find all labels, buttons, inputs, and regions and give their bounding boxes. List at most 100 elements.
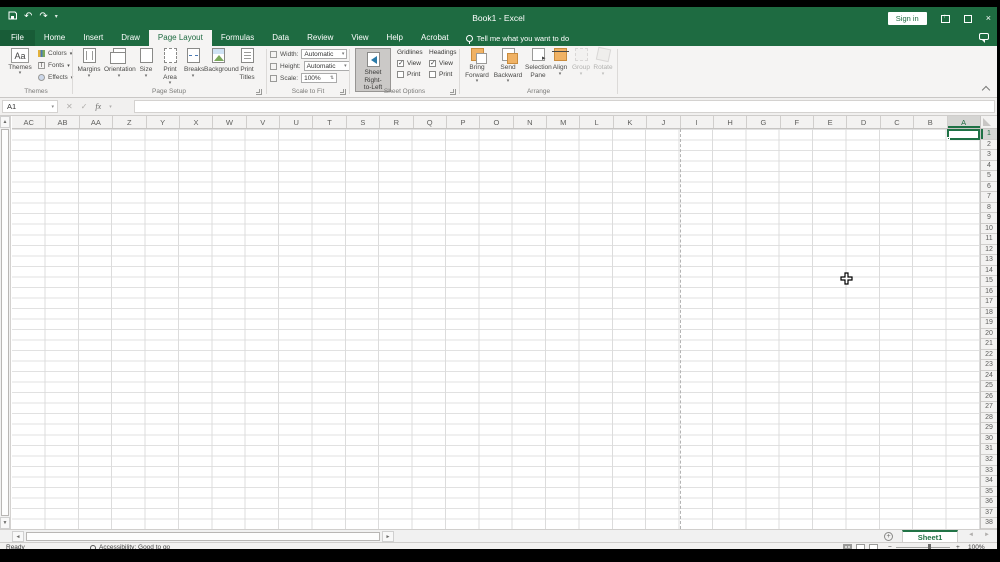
row-header-13[interactable]: 13 [981, 255, 997, 266]
new-sheet-icon[interactable]: + [884, 532, 893, 541]
theme-colors-button[interactable]: Colors▾ [38, 50, 72, 57]
comments-icon[interactable] [979, 33, 989, 43]
row-header-2[interactable]: 2 [981, 140, 997, 151]
tell-me-box[interactable]: Tell me what you want to do [465, 30, 569, 46]
column-header-T[interactable]: T [312, 116, 345, 128]
page-setup-titles-button[interactable]: Print Titles [234, 48, 260, 81]
sheet-options-dialog-launcher-icon[interactable] [450, 89, 456, 95]
themes-button[interactable]: Aa Themes ▾ [6, 48, 34, 77]
row-header-31[interactable]: 31 [981, 444, 997, 455]
arrange-align-button[interactable]: Align ▾ [551, 48, 569, 78]
gridlines-print-checkbox[interactable] [397, 71, 404, 78]
row-header-27[interactable]: 27 [981, 402, 997, 413]
theme-fonts-button[interactable]: T Fonts ▾ [38, 62, 70, 69]
column-header-A[interactable]: A [946, 116, 980, 128]
row-header-9[interactable]: 9 [981, 213, 997, 224]
row-header-26[interactable]: 26 [981, 392, 997, 403]
page-setup-margins-button[interactable]: Margins ▾ [76, 48, 102, 80]
scale-to-fit-dialog-launcher-icon[interactable] [340, 89, 346, 95]
sheet-nav-right-icon[interactable]: ► [984, 532, 990, 538]
tab-page-layout[interactable]: Page Layout [148, 30, 212, 46]
select-all-button[interactable] [980, 116, 997, 129]
row-header-34[interactable]: 34 [981, 476, 997, 487]
formula-bar-caret-icon[interactable]: ▾ [109, 104, 112, 110]
column-header-E[interactable]: E [813, 116, 846, 128]
column-header-K[interactable]: K [612, 116, 646, 128]
zoom-level[interactable]: 100% [968, 544, 985, 549]
width-input[interactable]: Automatic ▾ [301, 49, 348, 59]
normal-view-icon[interactable] [843, 544, 852, 549]
column-header-V[interactable]: V [245, 116, 279, 128]
zoom-slider[interactable] [896, 547, 950, 548]
name-box[interactable]: A1 ▾ [2, 100, 58, 113]
row-header-16[interactable]: 16 [981, 287, 997, 298]
column-header-P[interactable]: P [445, 116, 479, 128]
tab-acrobat[interactable]: Acrobat [412, 30, 458, 46]
scroll-right-icon[interactable]: ► [382, 531, 394, 542]
gridlines-view-checkbox[interactable] [397, 59, 404, 67]
page-setup-size-button[interactable]: Size ▾ [136, 48, 156, 80]
tab-home[interactable]: Home [35, 30, 74, 46]
horizontal-scrollbar-thumb[interactable] [26, 532, 380, 541]
row-header-10[interactable]: 10 [981, 224, 997, 235]
row-header-17[interactable]: 17 [981, 297, 997, 308]
column-header-Q[interactable]: Q [412, 116, 446, 128]
vertical-scrollbar[interactable]: ▲ ▼ [0, 116, 11, 529]
row-header-37[interactable]: 37 [981, 508, 997, 519]
row-header-8[interactable]: 8 [981, 203, 997, 214]
column-header-AC[interactable]: AC [12, 116, 45, 128]
column-header-O[interactable]: O [479, 116, 512, 128]
page-setup-breaks-button[interactable]: Breaks ▾ [184, 48, 204, 80]
tab-data[interactable]: Data [263, 30, 298, 46]
column-header-G[interactable]: G [746, 116, 779, 128]
row-header-25[interactable]: 25 [981, 381, 997, 392]
sheet-nav-left-icon[interactable]: ◄ [968, 532, 974, 538]
row-header-22[interactable]: 22 [981, 350, 997, 361]
zoom-out-icon[interactable]: − [888, 544, 892, 549]
row-header-28[interactable]: 28 [981, 413, 997, 424]
column-header-J[interactable]: J [646, 116, 679, 128]
insert-function-icon[interactable]: fx [95, 102, 101, 111]
row-header-4[interactable]: 4 [981, 161, 997, 172]
accessibility-status[interactable]: Accessibility: Good to go [90, 544, 170, 549]
close-window-icon[interactable]: × [986, 14, 991, 23]
row-header-3[interactable]: 3 [981, 150, 997, 161]
row-header-23[interactable]: 23 [981, 360, 997, 371]
row-header-21[interactable]: 21 [981, 339, 997, 350]
tab-formulas[interactable]: Formulas [212, 30, 263, 46]
sign-in-button[interactable]: Sign in [887, 12, 927, 25]
row-header-33[interactable]: 33 [981, 466, 997, 477]
row-header-14[interactable]: 14 [981, 266, 997, 277]
row-header-5[interactable]: 5 [981, 171, 997, 182]
column-header-AA[interactable]: AA [78, 116, 112, 128]
scroll-up-icon[interactable]: ▲ [0, 116, 10, 128]
column-header-N[interactable]: N [512, 116, 546, 128]
arrange-send-button[interactable]: Send Backward ▾ [493, 48, 523, 85]
dropdown-icon[interactable]: ▾ [342, 51, 345, 57]
column-header-L[interactable]: L [579, 116, 612, 128]
column-header-I[interactable]: I [679, 116, 713, 128]
column-header-Y[interactable]: Y [145, 116, 179, 128]
row-header-6[interactable]: 6 [981, 182, 997, 193]
column-header-R[interactable]: R [379, 116, 412, 128]
formula-input[interactable] [134, 100, 995, 113]
row-header-30[interactable]: 30 [981, 434, 997, 445]
arrange-bring-button[interactable]: Bring Forward ▾ [463, 48, 491, 85]
dropdown-icon[interactable]: ▾ [344, 63, 347, 69]
restore-window-icon[interactable] [963, 14, 972, 23]
page-layout-view-icon[interactable] [856, 544, 865, 549]
row-header-35[interactable]: 35 [981, 487, 997, 498]
theme-effects-button[interactable]: Effects▾ [38, 74, 73, 81]
tab-insert[interactable]: Insert [74, 30, 112, 46]
spinner-icon[interactable]: ⇅ [330, 75, 334, 81]
row-header-15[interactable]: 15 [981, 276, 997, 287]
column-header-U[interactable]: U [279, 116, 312, 128]
enter-icon[interactable]: ✓ [81, 102, 88, 111]
row-header-12[interactable]: 12 [981, 245, 997, 256]
column-header-S[interactable]: S [345, 116, 379, 128]
page-setup-printarea-button[interactable]: Print Area ▾ [158, 48, 182, 87]
row-header-1[interactable]: 1 [981, 129, 997, 140]
fill-handle[interactable] [946, 137, 950, 140]
zoom-slider-thumb[interactable] [928, 544, 931, 549]
row-header-7[interactable]: 7 [981, 192, 997, 203]
